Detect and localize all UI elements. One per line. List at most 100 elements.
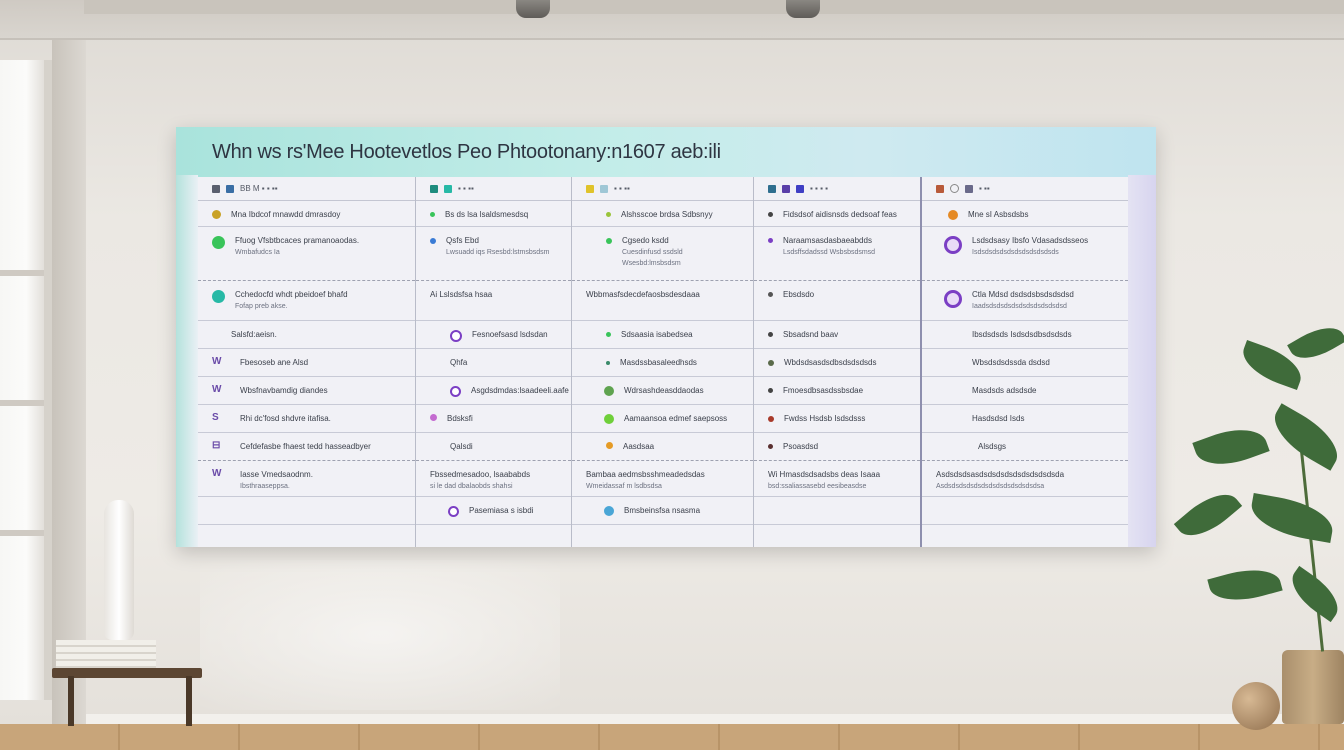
cell-text: Mna Ibdcof mnawdd dmrasdoy: [231, 210, 341, 219]
column-header: BB M ▪ ▪ ▪▪: [198, 177, 415, 201]
grid-cell[interactable]: W Iasse Vmedsaodnm. Ibsthraaseppsa.: [198, 461, 415, 497]
column-header-text: ▪ ▪ ▪ ▪: [810, 184, 829, 193]
window: [0, 60, 52, 700]
grid-cell[interactable]: Ai Lslsdsfsa hsaa: [416, 281, 571, 321]
calendar-icon: S: [212, 412, 219, 423]
cell-subtext: Iaadsdsdsdsdsdsdsdsdsdsdsd: [972, 303, 1067, 310]
grid-cell[interactable]: Qsfs Ebd Lwsuadd iqs Rsesbd:lstmsbsdsm: [416, 227, 571, 281]
column-header-text: ▪ ▪ ▪▪: [614, 184, 630, 193]
grid-column: ▪ ▪ ▪▪ Alshsscoe brdsa Sdbsnyy Cgsedo ks…: [571, 177, 753, 547]
grid-cell[interactable]: Lsdsdsasy Ibsfo Vdasadsdsseos Isdsdsdsdsd…: [922, 227, 1128, 281]
cell-text: Alsdsgs: [978, 442, 1007, 451]
cell-text: Qsfs Ebd: [446, 236, 479, 245]
grid-cell[interactable]: Ffuog Vfsbtbcaces pramanoaodas. Wmbafudcs…: [198, 227, 415, 281]
grid-cell[interactable]: Aasdsaa: [572, 433, 753, 461]
grid-cell[interactable]: Bambaa aedmsbsshmeadedsdas Wmeidassaf m l…: [572, 461, 753, 497]
grid-cell[interactable]: S Rhi dc'fosd shdvre itafisa.: [198, 405, 415, 433]
grid-cell[interactable]: Alsdsgs: [922, 433, 1128, 461]
grid-cell[interactable]: Fwdss Hsdsb Isdsdsss: [754, 405, 920, 433]
grid-cell[interactable]: Wi Hmasdsdsadsbs deas Isaaa bsd:ssaliassa…: [754, 461, 920, 497]
column-header-text: BB M ▪ ▪ ▪▪: [240, 184, 278, 193]
cell-text: Ctla Mdsd dsdsdsbsdsdsdsd: [972, 290, 1074, 299]
grid-cell[interactable]: Asdsdsdsasdsdsdsdsdsdsdsdsdsda Asdsdsdsds…: [922, 461, 1128, 497]
grid-cell[interactable]: Qalsdi: [416, 433, 571, 461]
grid-cell[interactable]: [198, 497, 415, 525]
grid-cell[interactable]: W Wbsfnavbamdig diandes: [198, 377, 415, 405]
cell-subtext: Isdsdsdsdsdsdsdsdsdsdsds: [972, 249, 1059, 256]
cell-text: Aamaansoa edmef saepsoss: [624, 414, 728, 423]
header-icon: [444, 184, 452, 193]
column-header-text: ▪ ▪▪: [979, 184, 990, 193]
cell-text: Wdrsashdeasddaodas: [624, 386, 704, 395]
cell-text: Aasdsaa: [623, 442, 655, 451]
grid-cell[interactable]: Hasdsdsd Isds: [922, 405, 1128, 433]
grid-cell[interactable]: Aamaansoa edmef saepsoss: [572, 405, 753, 433]
grid-cell[interactable]: Salsfd:aeisn.: [198, 321, 415, 349]
grid-cell[interactable]: Cchedocfd whdt pbeidoef bhafd Fofap preb …: [198, 281, 415, 321]
status-dot: [604, 414, 614, 424]
cell-text: Cchedocfd whdt pbeidoef bhafd: [235, 290, 348, 299]
cell-text: Masdsds adsdsde: [972, 386, 1037, 395]
grid-cell[interactable]: Masdsds adsdsde: [922, 377, 1128, 405]
grid-cell[interactable]: Alshsscoe brdsa Sdbsnyy: [572, 201, 753, 227]
grid-cell[interactable]: ⊟ Cefdefasbe fhaest tedd hasseadbyer: [198, 433, 415, 461]
status-dot: [212, 330, 221, 339]
grid-cell[interactable]: Psoasdsd: [754, 433, 920, 461]
grid-cell[interactable]: Wbdsdsasdsdbsdsdsdsds: [754, 349, 920, 377]
grid-cell[interactable]: W Fbesoseb ane Alsd: [198, 349, 415, 377]
grid-cell[interactable]: Mne sI Asbsdsbs: [922, 201, 1128, 227]
calendar-icon: ⊟: [212, 440, 221, 451]
cell-text: Qalsdi: [450, 442, 473, 451]
ceiling-lamp: [786, 0, 820, 18]
grid-cell[interactable]: Masdssbasaleedhsds: [572, 349, 753, 377]
grid-cell[interactable]: Ctla Mdsd dsdsdsbsdsdsdsd Iaadsdsdsdsdsds…: [922, 281, 1128, 321]
grid-cell[interactable]: Fbssedmesadoo, lsaababds si le dad dbalao…: [416, 461, 571, 497]
status-dot: [768, 416, 774, 422]
grid-cell[interactable]: Ibsdsdsds Isdsdsdbsdsdsds: [922, 321, 1128, 349]
column-header: ▪ ▪ ▪▪: [572, 177, 753, 201]
grid-cell[interactable]: Sbsadsnd baav: [754, 321, 920, 349]
header-icon: [226, 184, 234, 193]
grid-cell[interactable]: Asgdsdmdas:lsaadeeli.aafe: [416, 377, 571, 405]
cell-text: Fwdss Hsdsb Isdsdsss: [784, 414, 866, 423]
status-dot: [212, 290, 225, 303]
grid-cell[interactable]: Wdrsashdeasddaodas: [572, 377, 753, 405]
status-dot: [606, 238, 612, 244]
cell-text: Qhfa: [450, 358, 468, 367]
cell-subtext: Cuesdinfusd ssdsld Wsesbd:lmsbsdsm: [622, 249, 683, 267]
cell-subtext: Wmeidassaf m lsdbsdsa: [586, 483, 662, 490]
table-leg: [186, 676, 192, 726]
cell-text: Ffuog Vfsbtbcaces pramanoaodas.: [235, 236, 360, 245]
grid-cell[interactable]: Bmsbeinsfsa nsasma: [572, 497, 753, 525]
grid-cell[interactable]: Wbbmasfsdecdefaosbsdesdaaa: [572, 281, 753, 321]
window-jamb: [52, 40, 86, 728]
grid-cell[interactable]: Bs ds lsa lsaldsmesdsq: [416, 201, 571, 227]
cell-text: Psoasdsd: [783, 442, 819, 451]
status-dot: [430, 414, 437, 421]
cell-text: Bdsksfi: [447, 414, 473, 423]
header-icon: [782, 184, 790, 193]
grid-cell[interactable]: Ebsdsdo: [754, 281, 920, 321]
board-right-edge: [1128, 175, 1156, 547]
grid-cell[interactable]: Wbsdsdsdssda dsdsd: [922, 349, 1128, 377]
cell-text: Cefdefasbe fhaest tedd hasseadbyer: [240, 442, 371, 451]
cell-subtext: Lwsuadd iqs Rsesbd:lstmsbsdsm: [446, 249, 550, 256]
grid-cell[interactable]: Fesnoefsasd lsdsdan: [416, 321, 571, 349]
grid-cell[interactable]: Fidsdsof aidisnsds dedsoaf feas: [754, 201, 920, 227]
header-icon: [965, 184, 973, 193]
grid-cell[interactable]: Mna Ibdcof mnawdd dmrasdoy: [198, 201, 415, 227]
cell-text: Masdssbasaleedhsds: [620, 358, 697, 367]
grid-cell[interactable]: Cgsedo ksdd Cuesdinfusd ssdsld Wsesbd:lms…: [572, 227, 753, 281]
grid-cell[interactable]: Sdsaasia isabedsea: [572, 321, 753, 349]
grid-cell[interactable]: Pasemiasa s isbdi: [416, 497, 571, 525]
grid-column: ▪ ▪ ▪ ▪ Fidsdsof aidisnsds dedsoaf feas …: [753, 177, 920, 547]
status-ring: [944, 290, 962, 308]
grid-cell[interactable]: Bdsksfi: [416, 405, 571, 433]
grid-cell[interactable]: Qhfa: [416, 349, 571, 377]
status-dot: [604, 506, 614, 516]
grid-cell[interactable]: Naraamsasdasbaeabdds Lsdsffsdadssd Wsbsbs…: [754, 227, 920, 281]
grid-cell[interactable]: [922, 497, 1128, 525]
grid-cell[interactable]: [754, 497, 920, 525]
grid-cell[interactable]: Fmoesdbsasdssbsdae: [754, 377, 920, 405]
cell-text: Fmoesdbsasdssbsdae: [783, 386, 864, 395]
